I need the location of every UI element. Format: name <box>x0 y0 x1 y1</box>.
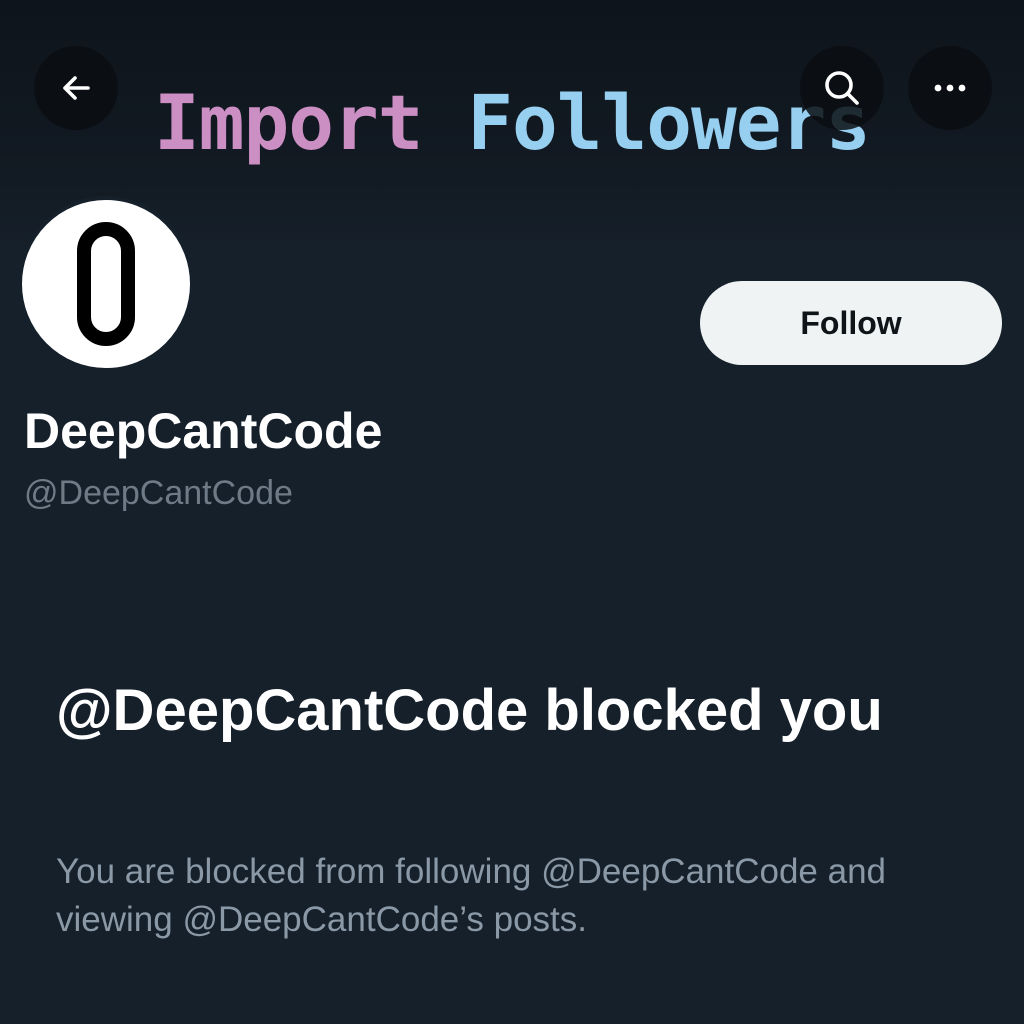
blocked-title: @DeepCantCode blocked you <box>56 678 883 743</box>
search-icon <box>825 71 859 105</box>
banner-title-word-import: Import <box>153 78 424 167</box>
avatar[interactable] <box>18 196 194 372</box>
user-handle: @DeepCantCode <box>24 474 293 512</box>
search-button[interactable] <box>800 46 884 130</box>
zero-logo <box>77 222 135 346</box>
blocked-description: You are blocked from following @DeepCant… <box>56 852 887 939</box>
arrow-left-icon <box>63 76 90 100</box>
follow-button[interactable]: Follow <box>700 281 1002 365</box>
back-button[interactable] <box>34 46 118 130</box>
more-options-button[interactable] <box>908 46 992 130</box>
more-horizontal-icon <box>934 84 966 92</box>
display-name: DeepCantCode <box>24 403 383 459</box>
